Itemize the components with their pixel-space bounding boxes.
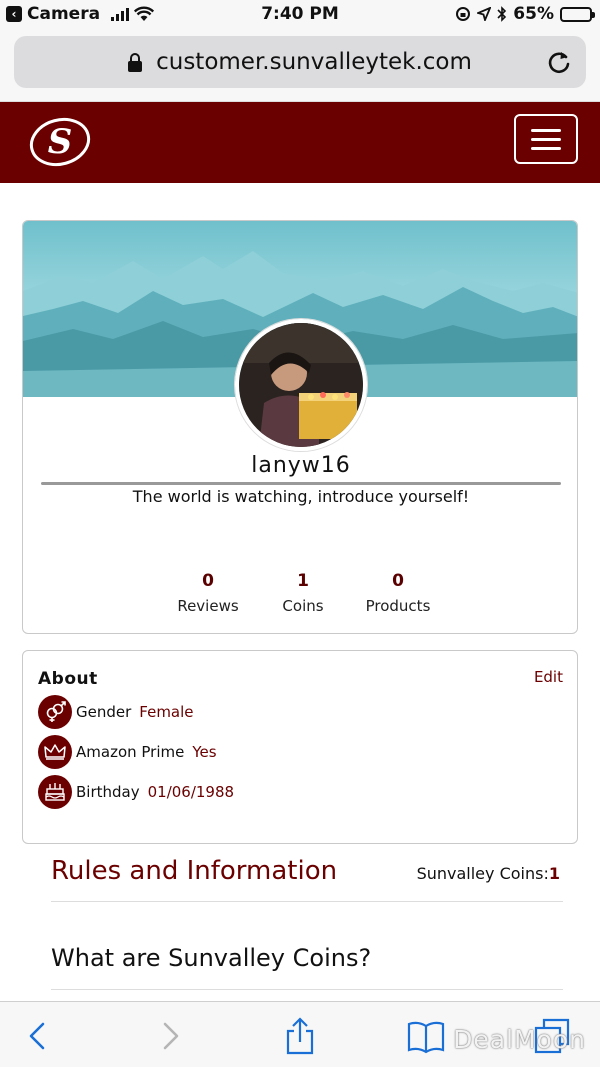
rules-title: Rules and Information (51, 856, 338, 886)
cake-icon (38, 775, 72, 809)
stat-reviews[interactable]: 0 Reviews (163, 571, 253, 615)
battery-icon (560, 6, 595, 22)
reload-icon[interactable] (546, 49, 572, 75)
stat-products[interactable]: 0 Products (353, 571, 443, 615)
lock-icon (128, 53, 143, 72)
coins-label: Sunvalley Coins: (416, 864, 549, 883)
sunvalley-logo-icon[interactable]: S (28, 114, 92, 170)
faq-question[interactable]: What are Sunvalley Coins? (51, 944, 371, 972)
back-icon[interactable] (18, 1016, 58, 1056)
about-title: About (38, 669, 98, 689)
stat-coins[interactable]: 1 Coins (258, 571, 348, 615)
url-text[interactable]: customer.sunvalleytek.com (156, 49, 472, 75)
about-card: About Edit Gender Female Amazon Prime Ye… (22, 650, 578, 844)
about-edit-link[interactable]: Edit (534, 668, 563, 686)
gender-key: Gender (76, 703, 132, 721)
avatar[interactable] (235, 319, 367, 451)
rotation-lock-icon (456, 7, 471, 21)
profile-tagline[interactable]: The world is watching, introduce yoursel… (23, 487, 577, 506)
stat-reviews-label: Reviews (177, 597, 239, 615)
forward-icon[interactable] (150, 1016, 190, 1056)
stat-products-label: Products (365, 597, 431, 615)
bookmarks-icon[interactable] (406, 1016, 446, 1056)
status-bar: ‹ Camera 7:40 PM 65% (0, 0, 600, 30)
stat-coins-label: Coins (282, 597, 324, 615)
gender-icon (38, 695, 72, 729)
profile-stats: 0 Reviews 1 Coins 0 Products (163, 571, 443, 615)
birthday-value: 01/06/1988 (147, 783, 235, 801)
svg-text:S: S (48, 122, 73, 162)
stat-reviews-value: 0 (202, 571, 214, 591)
faq-divider (51, 989, 563, 990)
stat-coins-value: 1 (297, 571, 309, 591)
location-arrow-icon (477, 7, 492, 21)
stat-products-value: 0 (392, 571, 404, 591)
coins-value: 1 (548, 864, 560, 883)
about-row-birthday: Birthday 01/06/1988 (38, 775, 234, 809)
url-bar[interactable]: customer.sunvalleytek.com (14, 36, 586, 88)
prime-key: Amazon Prime (76, 743, 185, 761)
share-icon[interactable] (280, 1016, 320, 1056)
prime-value: Yes (192, 743, 217, 761)
profile-username: lanyw16 (251, 453, 351, 478)
birthday-key: Birthday (76, 783, 140, 801)
hamburger-menu-button[interactable] (514, 114, 578, 164)
bluetooth-icon (497, 6, 507, 22)
username-divider (41, 482, 561, 485)
avatar-photo (239, 323, 363, 447)
profile-card: lanyw16 The world is watching, introduce… (22, 220, 578, 634)
gender-value: Female (139, 703, 194, 721)
crown-icon (38, 735, 72, 769)
battery-percent: 65% (513, 4, 554, 24)
status-right: 65% (455, 4, 595, 24)
section-divider (51, 901, 563, 902)
about-row-prime: Amazon Prime Yes (38, 735, 217, 769)
sunvalley-coins-summary: Sunvalley Coins:1 (417, 864, 560, 883)
about-row-gender: Gender Female (38, 695, 194, 729)
site-header: S (0, 102, 600, 183)
browser-url-area: customer.sunvalleytek.com (0, 30, 600, 102)
watermark-logo: DealMoon (453, 1025, 586, 1054)
